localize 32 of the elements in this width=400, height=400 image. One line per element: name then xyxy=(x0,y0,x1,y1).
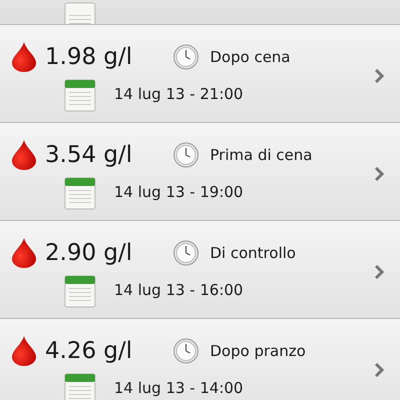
date-time: 14 lug 13 - 16:00 xyxy=(114,282,244,299)
reading-row[interactable]: 2.90 g/l Di controllo 14 lug 13 - 16:00 xyxy=(0,221,400,319)
reading-row[interactable]: 3.54 g/l Prima di cena 14 lug 13 - 19:00 xyxy=(0,123,400,221)
meal-label: Prima di cena xyxy=(210,146,312,164)
clock-icon xyxy=(173,142,199,168)
chevron-icon xyxy=(374,362,384,376)
chevron-icon xyxy=(374,166,384,180)
date-time: 14 lug 13 - 21:00 xyxy=(114,86,244,103)
glucose-value: 2.90 g/l xyxy=(45,240,134,266)
glucose-value: 4.26 g/l xyxy=(45,338,134,364)
clock-icon xyxy=(173,44,199,70)
chevron-icon xyxy=(374,68,384,82)
date-time: 14 lug 13 - 14:00 xyxy=(114,380,244,397)
glucose-value: 3.54 g/l xyxy=(45,142,134,168)
calendar-icon xyxy=(64,78,96,112)
calendar-icon xyxy=(64,372,96,400)
meal-label: Di controllo xyxy=(210,244,296,262)
blood-drop-icon xyxy=(11,238,37,268)
meal-label: Dopo cena xyxy=(210,48,290,66)
reading-row[interactable]: 1.98 g/l Dopo cena 14 lug 13 - 21:00 xyxy=(0,25,400,123)
blood-drop-icon xyxy=(11,42,37,72)
reading-row[interactable]: 4.26 g/l Dopo pranzo 14 lug 13 - 14:00 xyxy=(0,319,400,400)
meal-label: Dopo pranzo xyxy=(210,342,306,360)
date-time: 14 lug 13 - 19:00 xyxy=(114,184,244,201)
chevron-icon xyxy=(374,264,384,278)
blood-drop-icon xyxy=(11,336,37,366)
clock-icon xyxy=(173,240,199,266)
glucose-value: 1.98 g/l xyxy=(45,44,134,70)
calendar-icon xyxy=(64,176,96,210)
calendar-icon xyxy=(64,274,96,308)
clock-icon xyxy=(173,338,199,364)
blood-drop-icon xyxy=(11,140,37,170)
